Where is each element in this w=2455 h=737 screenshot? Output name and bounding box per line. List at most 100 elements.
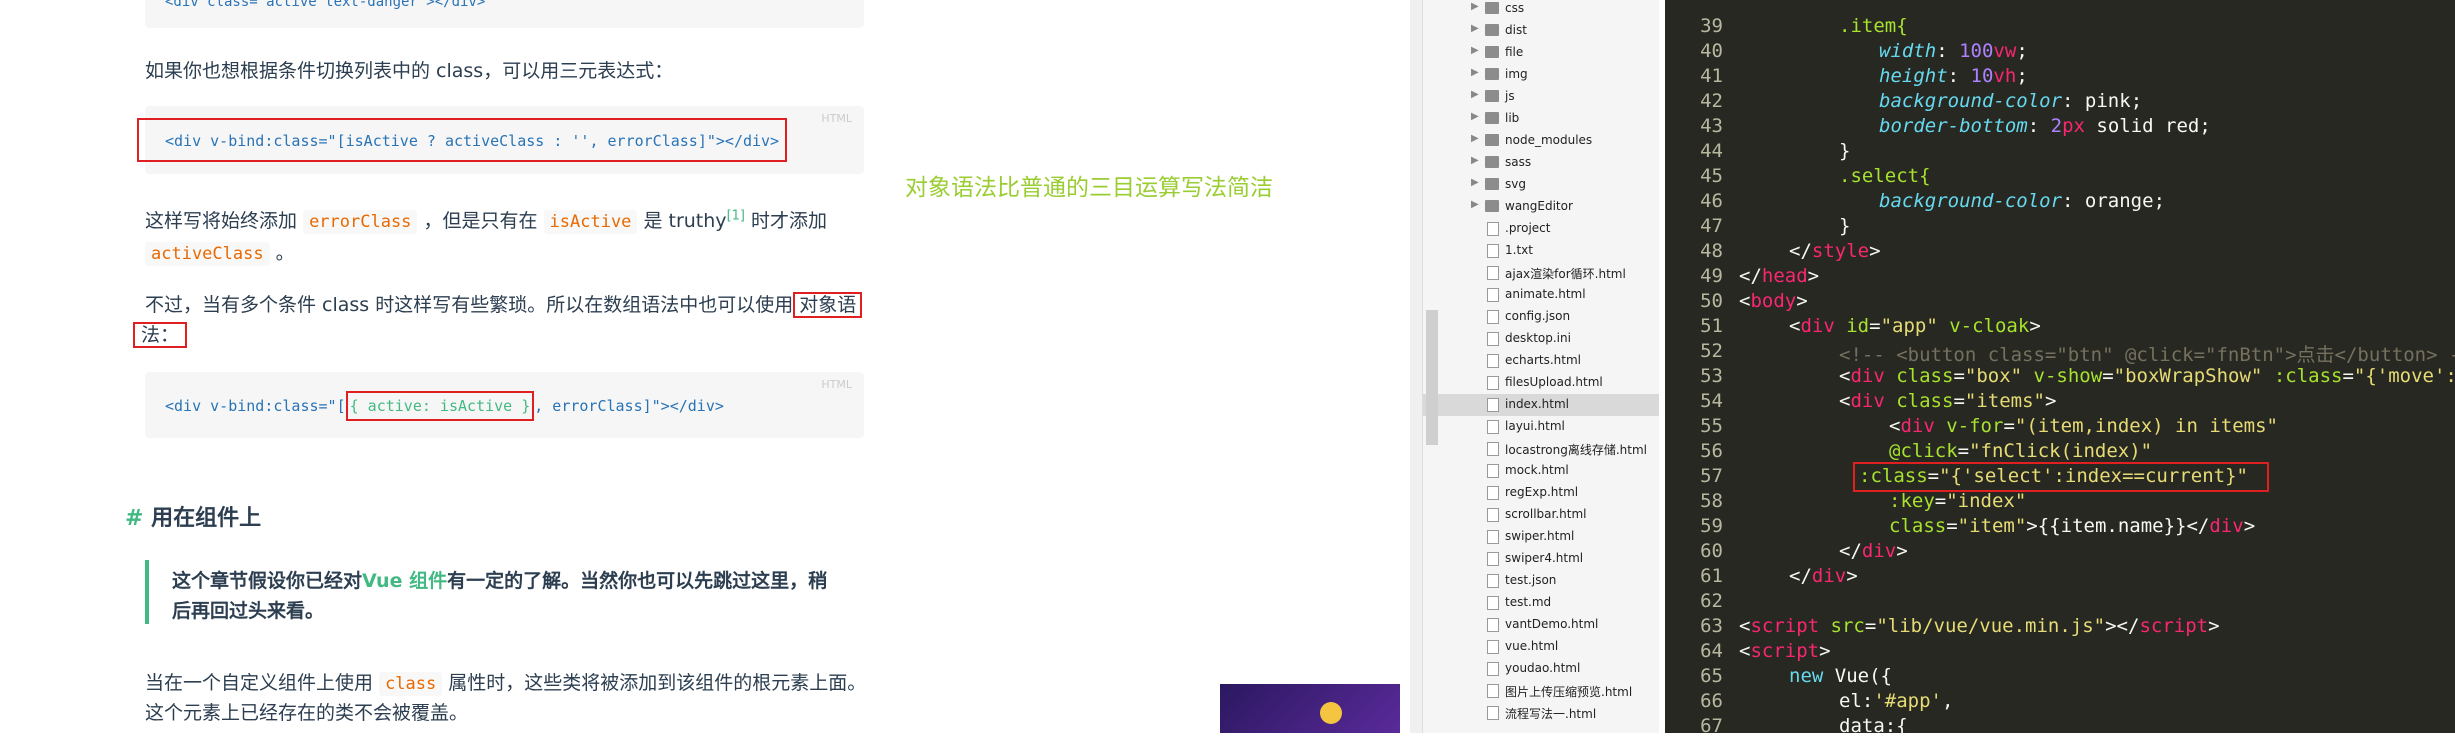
code-editor[interactable]: 39 40 41 42 43 44 45 46 47 48 49 50 51 52 53 54 55 56 57 58… (1665, 0, 2455, 737)
code-token: "box" (1964, 365, 2023, 387)
code-token: id (1846, 315, 1870, 337)
tree-file[interactable]: ajax渲染for循环.html (1423, 262, 1659, 284)
code-token: "(item,index) in items" (2014, 415, 2278, 437)
chevron-right-icon[interactable]: ▶ (1471, 133, 1479, 144)
footnote-link[interactable]: [1] (727, 209, 745, 224)
tree-file[interactable]: scrollbar.html (1423, 504, 1659, 526)
line-number: 58 (1700, 490, 1723, 512)
file-icon (1487, 596, 1499, 610)
tree-file[interactable]: index.html (1423, 394, 1659, 416)
tree-folder[interactable]: ▶ sass (1423, 152, 1659, 174)
tree-item-label: .project (1505, 221, 1551, 235)
tree-file[interactable]: layui.html (1423, 416, 1659, 438)
tree-file[interactable]: test.md (1423, 592, 1659, 614)
tree-folder[interactable]: ▶ file (1423, 42, 1659, 64)
highlight-code: { active: isActive } (345, 391, 535, 421)
tree-file[interactable]: .project (1423, 218, 1659, 240)
tree-file[interactable]: echarts.html (1423, 350, 1659, 372)
tree-folder[interactable]: ▶ dist (1423, 20, 1659, 42)
code-token: v-show (2033, 365, 2103, 387)
tree-item-label: swiper4.html (1505, 551, 1584, 565)
chevron-right-icon[interactable]: ▶ (1471, 89, 1479, 100)
tree-folder[interactable]: ▶ img (1423, 64, 1659, 86)
tree-file[interactable]: desktop.ini (1423, 328, 1659, 350)
code-token: class (1896, 390, 1954, 412)
code-token: data:{ (1839, 715, 1908, 737)
folder-icon (1485, 90, 1499, 102)
tree-file[interactable]: vue.html (1423, 636, 1659, 658)
chevron-right-icon[interactable]: ▶ (1471, 177, 1479, 188)
promo-image[interactable] (1220, 684, 1400, 733)
code-token: px (2062, 115, 2085, 137)
tree-file[interactable]: youdao.html (1423, 658, 1659, 680)
tree-file[interactable]: mock.html (1423, 460, 1659, 482)
chevron-right-icon[interactable]: ▶ (1471, 199, 1479, 210)
project-file-tree: ▶ css ▶ dist ▶ file ▶ img ▶ js ▶ lib ▶ node_modules ▶ s… (1422, 0, 1659, 733)
tree-folder[interactable]: ▶ js (1423, 86, 1659, 108)
tree-file[interactable]: config.json (1423, 306, 1659, 328)
tree-file[interactable]: 图片上传压缩预览.html (1423, 680, 1659, 702)
file-icon (1487, 508, 1499, 522)
code-token: 2 (2050, 115, 2063, 137)
line-number: 44 (1700, 140, 1723, 162)
inline-code: activeClass (145, 242, 270, 266)
tree-item-label: swiper.html (1505, 529, 1575, 543)
line-number: 40 (1700, 40, 1723, 62)
tree-file[interactable]: swiper4.html (1423, 548, 1659, 570)
chevron-right-icon[interactable]: ▶ (1471, 155, 1479, 166)
inline-code: isActive (543, 210, 638, 234)
tree-item-label: mock.html (1505, 463, 1569, 477)
tree-file[interactable]: regExp.html (1423, 482, 1659, 504)
code-token: "item" (1957, 515, 2027, 537)
line-number: 63 (1700, 615, 1723, 637)
tree-file[interactable]: test.json (1423, 570, 1659, 592)
chevron-right-icon[interactable]: ▶ (1471, 67, 1479, 78)
tree-file[interactable]: 1.txt (1423, 240, 1659, 262)
file-icon (1487, 266, 1499, 280)
chevron-right-icon[interactable]: ▶ (1471, 45, 1479, 56)
tree-file[interactable]: vantDemo.html (1423, 614, 1659, 636)
paragraph: 不过，当有多个条件 class 时这样写有些繁琐。所以在数组语法中也可以使用 对象… (145, 290, 863, 318)
tree-folder[interactable]: ▶ css (1423, 0, 1659, 20)
vue-components-link[interactable]: Vue 组件 (362, 570, 447, 592)
tree-folder[interactable]: ▶ wangEditor (1423, 196, 1659, 218)
code-token: vw (1993, 40, 2017, 62)
code-token: } (1839, 140, 1851, 162)
line-number: 47 (1700, 215, 1723, 237)
chevron-right-icon[interactable]: ▶ (1471, 111, 1479, 122)
tree-item-label: desktop.ini (1505, 331, 1571, 345)
line-number: 43 (1700, 115, 1723, 137)
code-token: 10 (1970, 65, 1994, 87)
tree-item-label: sass (1505, 155, 1532, 169)
folder-icon (1485, 200, 1499, 212)
file-icon (1487, 288, 1499, 302)
tree-folder[interactable]: ▶ svg (1423, 174, 1659, 196)
tree-file[interactable]: locastrong离线存储.html (1423, 438, 1659, 460)
code-span: <div v-bind:class="[ (165, 397, 346, 415)
text-span: 这个章节假设你已经对 (172, 570, 363, 592)
tree-item-label: js (1505, 89, 1515, 103)
tree-folder[interactable]: ▶ lib (1423, 108, 1659, 130)
tree-file[interactable]: animate.html (1423, 284, 1659, 306)
tree-item-label: animate.html (1505, 287, 1586, 301)
tree-file[interactable]: 流程写法一.html (1423, 702, 1659, 724)
tree-file[interactable]: swiper.html (1423, 526, 1659, 548)
tree-scrollbar-thumb[interactable] (1426, 310, 1438, 445)
tree-folder[interactable]: ▶ node_modules (1423, 130, 1659, 152)
code-token: v-for (1946, 415, 2004, 437)
paragraph: 如果你也想根据条件切换列表中的 class，可以用三元表达式： (145, 60, 674, 82)
chevron-right-icon[interactable]: ▶ (1471, 1, 1479, 12)
line-number: 41 (1700, 65, 1723, 87)
chevron-right-icon[interactable]: ▶ (1471, 23, 1479, 34)
code-token: "lib/vue/vue.min.js" (1876, 615, 2106, 637)
tree-file[interactable]: filesUpload.html (1423, 372, 1659, 394)
line-number: 62 (1700, 590, 1723, 612)
docs-scrollbar[interactable] (1410, 0, 1422, 733)
code-token: div (1861, 540, 1897, 562)
text-span: 是 truthy (643, 210, 727, 232)
anchor-link[interactable]: # (125, 506, 143, 531)
code-text: <div v-bind:class="[isActive ? activeCla… (165, 132, 780, 150)
code-token: div (1800, 315, 1835, 337)
code-block: HTML <div v-bind:class="[{ active: isAct… (145, 372, 864, 438)
code-token: vh (1993, 65, 2017, 87)
